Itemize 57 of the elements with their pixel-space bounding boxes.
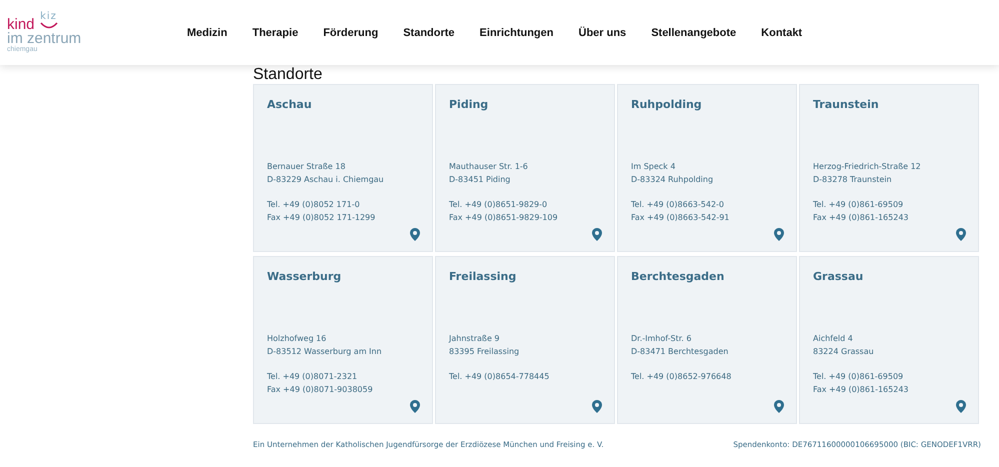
nav-link[interactable]: Förderung bbox=[313, 26, 388, 38]
address-line: D-83229 Aschau i. Chiemgau bbox=[267, 174, 384, 186]
phone-line: Tel. +49 (0)8652-976648 bbox=[631, 371, 732, 383]
nav-link[interactable]: Standorte bbox=[393, 26, 465, 38]
address-line: D-83451 Piding bbox=[449, 174, 510, 186]
address-line: D-83512 Wasserburg am Inn bbox=[267, 346, 382, 358]
nav-link[interactable]: Therapie bbox=[242, 26, 308, 38]
address-line: 83395 Freilassing bbox=[449, 346, 520, 358]
map-pin-icon[interactable] bbox=[410, 400, 420, 413]
map-pin-icon[interactable] bbox=[774, 228, 784, 241]
location-name: Piding bbox=[449, 98, 488, 112]
page-heading: Standorte bbox=[253, 66, 324, 84]
map-pin-icon[interactable] bbox=[956, 228, 966, 241]
location-name: Ruhpolding bbox=[631, 98, 702, 112]
smile-icon bbox=[38, 22, 59, 30]
map-pin-icon[interactable] bbox=[774, 400, 784, 413]
phone-line: Fax +49 (0)8663-542-91 bbox=[631, 212, 730, 224]
phone-line: Fax +49 (0)8052 171-1299 bbox=[267, 212, 376, 224]
map-pin-icon[interactable] bbox=[592, 228, 602, 241]
location-name: Wasserburg bbox=[267, 270, 342, 284]
address-line: D-83324 Ruhpolding bbox=[631, 174, 714, 186]
address-line: Dr.-Imhof-Str. 6 bbox=[631, 333, 692, 345]
phone-line: Tel. +49 (0)8654-778445 bbox=[449, 371, 550, 383]
address-line: 83224 Grassau bbox=[813, 346, 874, 358]
address-line: Aichfeld 4 bbox=[813, 333, 853, 345]
location-name: Berchtesgaden bbox=[631, 270, 724, 284]
address-line: Jahnstraße 9 bbox=[449, 333, 500, 345]
location-name: Grassau bbox=[813, 270, 864, 284]
address-line: D-83471 Berchtesgaden bbox=[631, 346, 728, 358]
address-line: Holzhofweg 16 bbox=[267, 333, 326, 345]
phone-line: Fax +49 (0)861-165243 bbox=[813, 212, 908, 224]
phone-line: Tel. +49 (0)8663-542-0 bbox=[631, 199, 724, 211]
address-line: D-83278 Traunstein bbox=[813, 174, 892, 186]
location-name: Freilassing bbox=[449, 270, 516, 284]
map-pin-icon[interactable] bbox=[410, 228, 420, 241]
phone-line: Tel. +49 (0)861-69509 bbox=[813, 371, 904, 383]
address-line: Mauthauser Str. 1-6 bbox=[449, 161, 528, 173]
phone-line: Fax +49 (0)861-165243 bbox=[813, 384, 908, 396]
nav-link[interactable]: Kontakt bbox=[751, 26, 812, 38]
address-line: Bernauer Straße 18 bbox=[267, 161, 346, 173]
phone-line: Tel. +49 (0)8651-9829-0 bbox=[449, 199, 548, 211]
phone-line: Tel. +49 (0)8071-2321 bbox=[267, 371, 358, 383]
logo-text[interactable]: kind bbox=[7, 16, 35, 32]
map-pin-icon[interactable] bbox=[592, 400, 602, 413]
nav-link[interactable]: Stellenangebote bbox=[641, 26, 746, 38]
map-pin-icon[interactable] bbox=[956, 400, 966, 413]
phone-line: Tel. +49 (0)8052 171-0 bbox=[267, 199, 360, 211]
location-name: Aschau bbox=[267, 98, 312, 112]
address-line: Im Speck 4 bbox=[631, 161, 676, 173]
nav-link[interactable]: Einrichtungen bbox=[470, 26, 564, 38]
location-name: Traunstein bbox=[813, 98, 879, 112]
nav-link[interactable]: Medizin bbox=[177, 26, 238, 38]
address-line: Herzog-Friedrich-Straße 12 bbox=[813, 161, 921, 173]
phone-line: Tel. +49 (0)861-69509 bbox=[813, 199, 904, 211]
phone-line: Fax +49 (0)8651-9829-109 bbox=[449, 212, 558, 224]
nav-link[interactable]: Über uns bbox=[568, 26, 636, 38]
phone-line: Fax +49 (0)8071-9038059 bbox=[267, 384, 373, 396]
